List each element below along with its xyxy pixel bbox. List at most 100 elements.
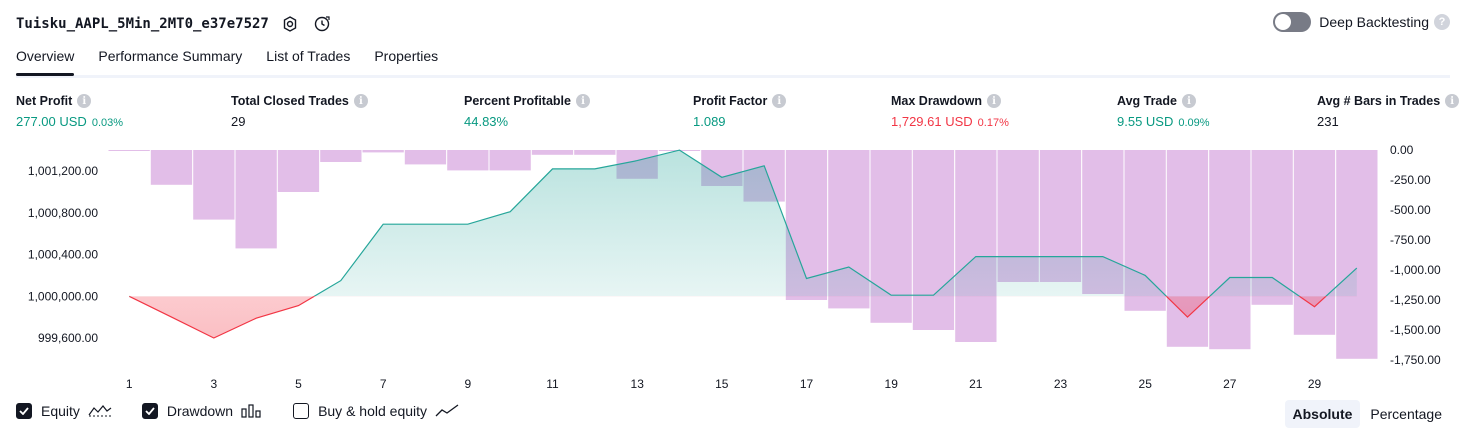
info-icon[interactable]: i <box>772 94 787 108</box>
info-icon[interactable]: i <box>353 94 368 108</box>
drawdown-bar[interactable] <box>912 150 955 330</box>
legend-drawdown[interactable]: Drawdown <box>141 403 263 419</box>
right-axis-tick: -1,250.00 <box>1390 293 1441 307</box>
drawdown-bars-icon <box>241 404 263 418</box>
drawdown-bar[interactable] <box>404 150 447 165</box>
tab-properties[interactable]: Properties <box>374 44 438 72</box>
equity-point[interactable] <box>1059 255 1063 259</box>
equity-point[interactable] <box>678 148 682 152</box>
equity-point[interactable] <box>1186 315 1190 319</box>
equity-point[interactable] <box>254 316 258 320</box>
equity-point[interactable] <box>635 159 639 163</box>
legend-buy-hold[interactable]: Buy & hold equity <box>293 403 459 419</box>
equity-point[interactable] <box>932 293 936 297</box>
info-icon[interactable]: i <box>1445 94 1460 108</box>
info-icon[interactable]: i <box>575 94 590 108</box>
tab-bar: Overview Performance Summary List of Tra… <box>16 44 1450 78</box>
value-mode-switch: Absolute Percentage <box>1283 400 1451 428</box>
deep-backtesting: Deep Backtesting ? <box>1273 12 1450 32</box>
help-icon[interactable]: ? <box>1434 14 1450 30</box>
stat-avg-trade: Avg Trade i 9.55 USD 0.09% <box>1117 94 1210 129</box>
equity-point[interactable] <box>974 255 978 259</box>
right-axis-tick: 0.00 <box>1390 143 1414 157</box>
equity-point[interactable] <box>381 222 385 226</box>
equity-point[interactable] <box>1143 273 1147 277</box>
equity-point[interactable] <box>1313 305 1317 309</box>
stat-total-closed-trades: Total Closed Trades i 29 <box>231 94 368 129</box>
drawdown-bar[interactable] <box>193 150 235 220</box>
right-axis-tick: -1,500.00 <box>1390 323 1441 337</box>
info-icon[interactable]: i <box>987 94 1001 108</box>
percentage-button[interactable]: Percentage <box>1362 400 1450 428</box>
left-axis-tick: 1,000,400.00 <box>28 248 98 262</box>
equity-point[interactable] <box>1016 255 1020 259</box>
settings-icon[interactable] <box>279 13 301 35</box>
equity-point[interactable] <box>720 175 724 179</box>
equity-point[interactable] <box>466 222 470 226</box>
buy-hold-checkbox[interactable] <box>293 403 310 419</box>
x-axis-tick: 13 <box>631 377 645 391</box>
stat-value: 277.00 USD <box>16 114 87 129</box>
drawdown-bar[interactable] <box>150 150 193 185</box>
tab-performance-summary[interactable]: Performance Summary <box>98 44 242 72</box>
source-code-icon[interactable] <box>311 13 333 35</box>
equity-point[interactable] <box>847 265 851 269</box>
equity-checkbox[interactable] <box>16 403 32 419</box>
drawdown-bar[interactable] <box>1209 150 1251 350</box>
x-axis-tick: 11 <box>546 377 559 391</box>
equity-point[interactable] <box>339 279 343 283</box>
equity-point[interactable] <box>424 222 428 226</box>
stat-label: Net Profit <box>16 94 73 108</box>
equity-point[interactable] <box>1355 266 1359 270</box>
equity-point[interactable] <box>212 336 216 340</box>
drawdown-bar[interactable] <box>1336 150 1378 359</box>
stat-percent-profitable: Percent Profitable i 44.83% <box>464 94 590 129</box>
equity-point[interactable] <box>508 210 512 214</box>
deep-backtesting-toggle[interactable] <box>1273 12 1312 32</box>
equity-point[interactable] <box>297 304 301 308</box>
drawdown-bar[interactable] <box>955 150 997 342</box>
drawdown-bar[interactable] <box>531 150 574 155</box>
drawdown-bar[interactable] <box>235 150 277 249</box>
equity-point[interactable] <box>127 294 131 298</box>
drawdown-bar[interactable] <box>362 150 404 153</box>
stat-value: 1.089 <box>693 114 726 129</box>
equity-point[interactable] <box>593 167 597 171</box>
right-axis-tick: -250.00 <box>1390 173 1431 187</box>
equity-drawdown-chart[interactable]: 1,001,200.00 1,000,800.00 1,000,400.00 1,00… <box>0 140 1466 395</box>
stat-label: Total Closed Trades <box>231 94 349 108</box>
left-axis-tick: 999,600.00 <box>38 331 98 345</box>
stat-value: 1,729.61 USD <box>891 114 973 129</box>
equity-point[interactable] <box>551 167 555 171</box>
drawdown-checkbox[interactable] <box>141 403 158 419</box>
equity-point[interactable] <box>1270 276 1274 280</box>
equity-point[interactable] <box>1101 255 1105 259</box>
drawdown-bar[interactable] <box>108 150 150 151</box>
tab-overview[interactable]: Overview <box>16 44 75 76</box>
x-axis-tick: 15 <box>715 377 729 391</box>
tab-list-of-trades[interactable]: List of Trades <box>266 44 350 72</box>
stat-value: 29 <box>231 114 246 129</box>
info-icon[interactable]: i <box>77 94 92 108</box>
equity-point[interactable] <box>1228 276 1232 280</box>
absolute-button[interactable]: Absolute <box>1284 400 1361 428</box>
x-axis-tick: 17 <box>800 377 814 391</box>
info-icon[interactable]: i <box>1181 94 1196 108</box>
equity-point[interactable] <box>762 164 766 168</box>
drawdown-bar[interactable] <box>489 150 531 171</box>
buy-hold-line-icon <box>435 404 459 418</box>
equity-point[interactable] <box>889 293 893 297</box>
drawdown-bar[interactable] <box>574 150 616 155</box>
drawdown-bar[interactable] <box>277 150 320 192</box>
right-axis-tick: -500.00 <box>1390 203 1431 217</box>
stat-profit-factor: Profit Factor i 1.089 <box>693 94 787 129</box>
equity-point[interactable] <box>170 315 174 319</box>
stat-value: 231 <box>1317 114 1339 129</box>
legend-equity[interactable]: Equity <box>16 403 112 419</box>
stat-label: Profit Factor <box>693 94 768 108</box>
deep-backtesting-label: Deep Backtesting <box>1319 14 1429 30</box>
equity-point[interactable] <box>805 277 809 281</box>
stat-label: Max Drawdown <box>891 94 982 108</box>
drawdown-bar[interactable] <box>320 150 362 162</box>
drawdown-bar[interactable] <box>447 150 489 171</box>
